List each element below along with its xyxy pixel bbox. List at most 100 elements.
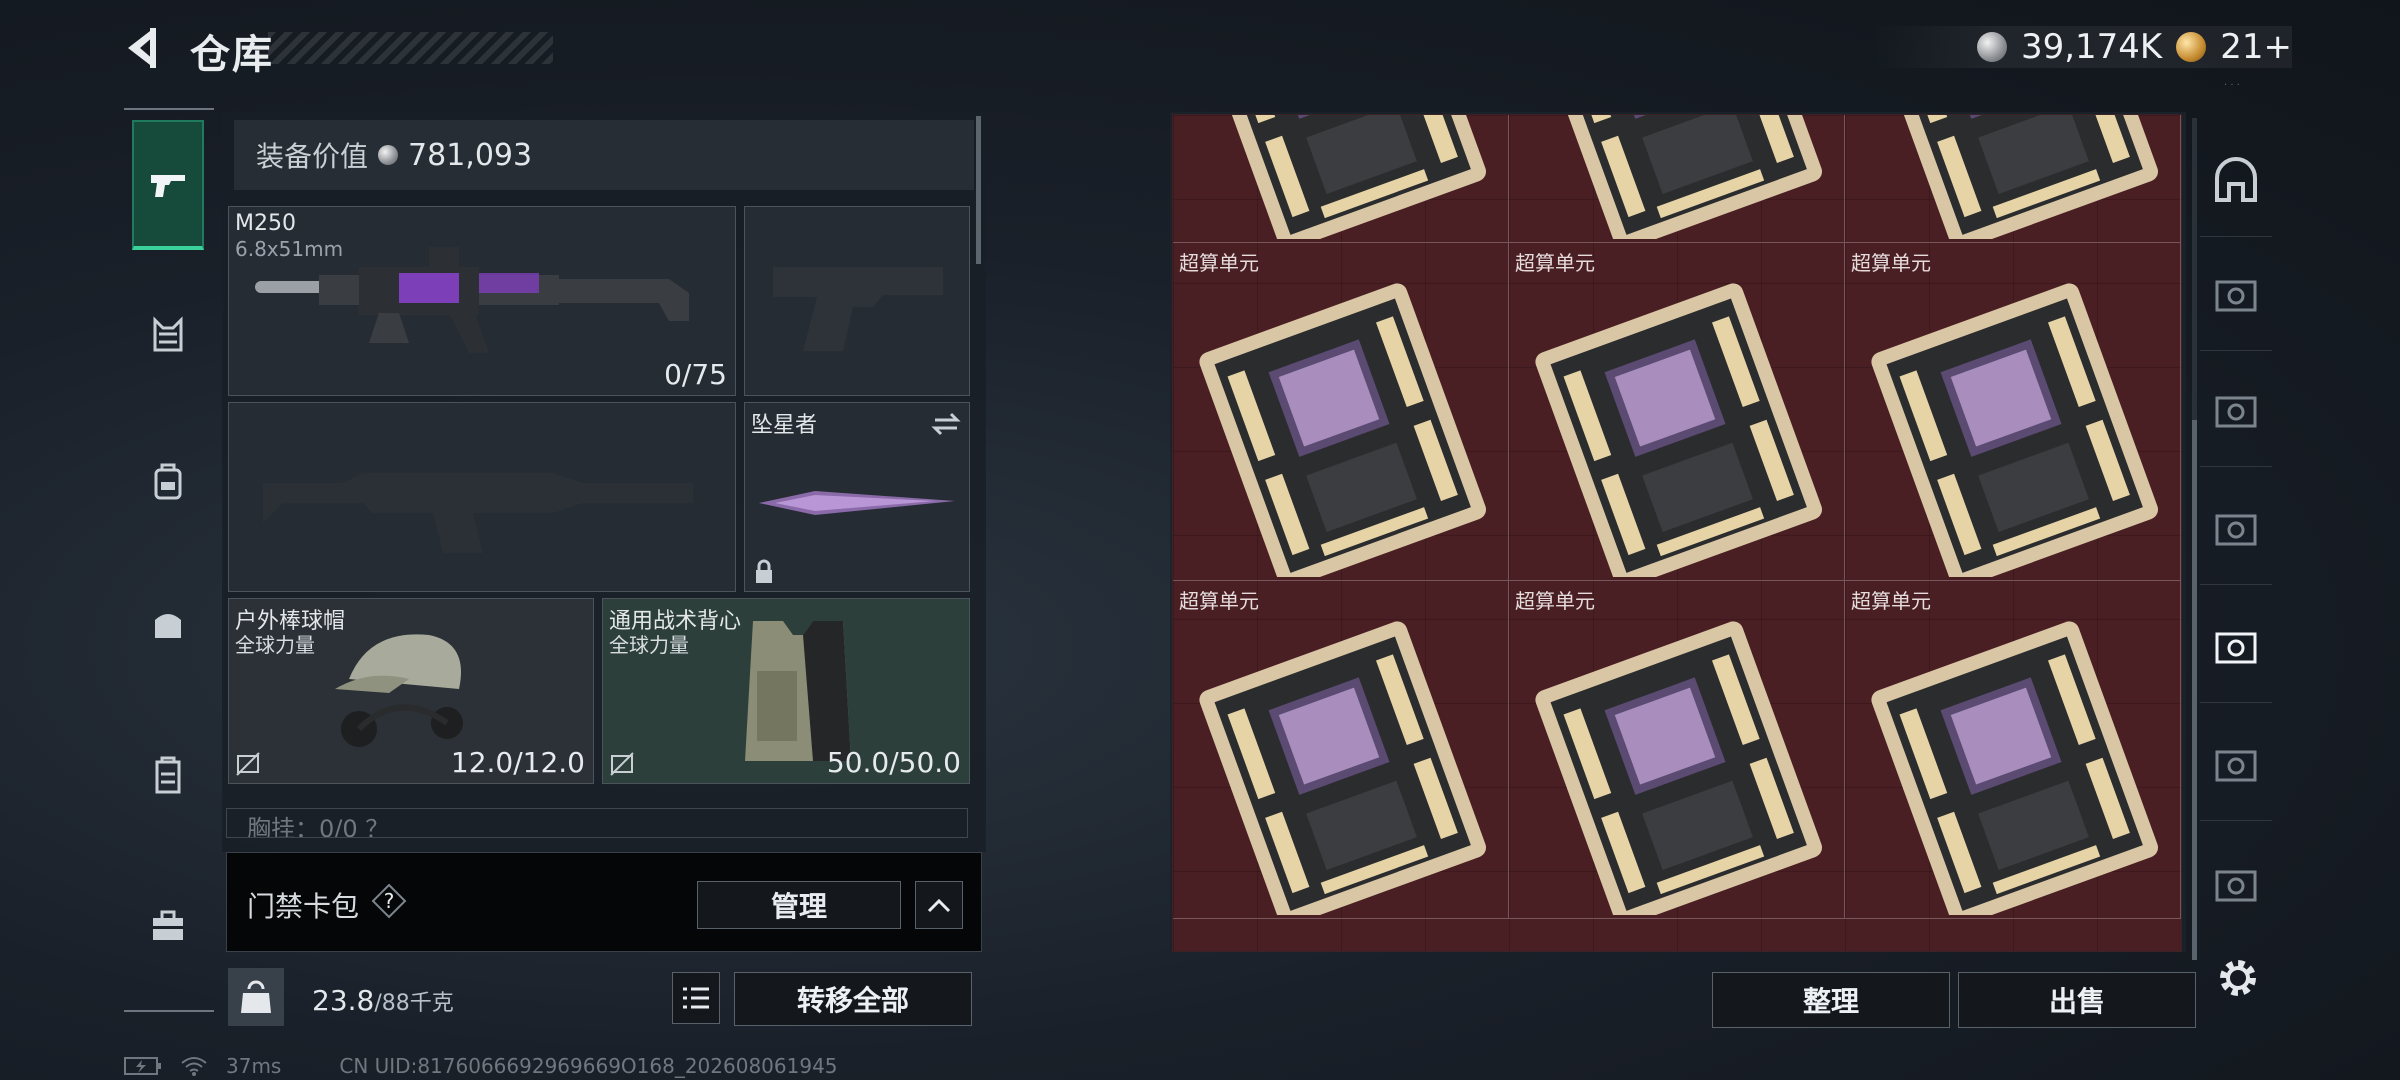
gold-coin-icon: [2176, 32, 2207, 62]
nav-toolbox[interactable]: [132, 860, 204, 990]
backpack-icon: [154, 463, 182, 500]
gear-icon[interactable]: [2212, 952, 2264, 1004]
tab-stash-3[interactable]: [2200, 474, 2272, 585]
sell-button[interactable]: 出售: [1958, 972, 2196, 1028]
carry-weight-value: 23.8: [312, 984, 375, 1017]
pistol-slot[interactable]: [744, 206, 970, 396]
stash-scrollbar[interactable]: [2192, 420, 2197, 960]
nav-pouch[interactable]: [132, 560, 204, 690]
compute-unit-image: [1871, 283, 2159, 577]
nav-backpack[interactable]: [132, 416, 204, 546]
compute-unit-image: [1199, 621, 1487, 915]
compute-unit-image: [1199, 283, 1487, 577]
expand-button[interactable]: [915, 881, 963, 929]
gold-amount[interactable]: 21+: [2220, 27, 2292, 67]
no-insure-icon: [236, 752, 260, 776]
tab-stash-1[interactable]: [2200, 240, 2272, 351]
stash-item-cell[interactable]: 超算单元: [1173, 581, 1509, 919]
nav-weapons[interactable]: [132, 120, 204, 250]
ammo-count: 0/75: [664, 358, 727, 391]
chest-rig-slot[interactable]: 胸挂：0/0 ？: [226, 808, 968, 838]
toolbox-icon: [153, 910, 183, 940]
equip-value-label: 装备价值: [256, 140, 369, 173]
silver-coin-icon: [1976, 32, 2007, 62]
manage-button[interactable]: 管理: [697, 881, 901, 929]
vest-brand: 全球力量: [609, 633, 689, 657]
stash-box-icon: [2215, 632, 2257, 664]
help-icon[interactable]: ?: [371, 883, 407, 919]
back-arrow-icon[interactable]: [120, 22, 168, 74]
nav-chest-rig[interactable]: [132, 270, 204, 400]
melee-slot[interactable]: 坠星者: [744, 402, 970, 592]
stash-item-cell[interactable]: [1509, 115, 1845, 243]
arch-icon: [2215, 157, 2257, 202]
compute-unit-image: [1871, 115, 2159, 239]
access-card-label: 门禁卡包: [247, 890, 360, 923]
title-decoration: [268, 32, 553, 64]
svg-text:?: ?: [384, 889, 395, 913]
stash-item-cell[interactable]: [1173, 115, 1509, 243]
helmet-durability: 12.0/12.0: [450, 746, 585, 779]
access-card-bar: 门禁卡包 ? 管理: [226, 852, 982, 952]
stash-item-cell[interactable]: [1845, 115, 2181, 243]
stash-item-cell[interactable]: 超算单元: [1845, 581, 2181, 919]
sort-button[interactable]: 整理: [1712, 972, 1950, 1028]
loadout-panel: 装备价值 781,093 M250 6.8x51mm 0/75 坠星者 户外棒球…: [222, 112, 986, 852]
transfer-all-button[interactable]: 转移全部: [734, 972, 972, 1026]
machine-gun-image: [255, 247, 689, 353]
list-view-button[interactable]: [672, 972, 720, 1024]
secondary-weapon-slot[interactable]: [228, 402, 736, 592]
tab-home-stash[interactable]: [2200, 126, 2272, 237]
compute-unit-image: [1871, 621, 2159, 915]
tab-stash-4-active[interactable]: [2200, 592, 2272, 703]
chest-rig-icon: [153, 316, 183, 352]
list-icon: [683, 987, 709, 1009]
no-insure-icon: [610, 752, 634, 776]
carry-weight: 23.8/88千克: [312, 984, 454, 1017]
stash-box-icon: [2215, 514, 2257, 546]
compute-unit-image: [1535, 621, 1823, 915]
melee-name: 坠星者: [751, 413, 818, 438]
rifle-silhouette-icon: [263, 473, 693, 553]
weight-lock-button[interactable]: [228, 968, 284, 1026]
lock-icon: [756, 559, 772, 583]
stash-box-icon: [2215, 396, 2257, 428]
category-nav: [124, 108, 214, 1012]
stash-item-cell[interactable]: 超算单元: [1509, 243, 1845, 581]
vest-slot[interactable]: 通用战术背心 全球力量 50.0/50.0: [602, 598, 970, 784]
loadout-scrollbar[interactable]: [976, 116, 981, 264]
latency: 37ms: [226, 1054, 282, 1078]
version-text: · · ·: [2224, 80, 2240, 91]
carry-capacity: /88千克: [374, 991, 454, 1016]
stash-box-icon: [2215, 750, 2257, 782]
silver-amount: 39,174K: [2020, 27, 2163, 67]
equip-value-amount: 781,093: [408, 137, 533, 173]
helmet-brand: 全球力量: [235, 633, 315, 657]
tab-stash-2[interactable]: [2200, 356, 2272, 467]
cap-image: [335, 634, 463, 747]
compute-unit-image: [1199, 115, 1487, 239]
stash-item-cell[interactable]: 超算单元: [1509, 581, 1845, 919]
stash-tabs: [2200, 112, 2272, 1032]
swap-icon[interactable]: [931, 411, 961, 437]
battery-icon: [124, 1057, 161, 1075]
pouch-icon: [155, 614, 181, 638]
stash-box-icon: [2215, 280, 2257, 312]
compute-unit-image: [1535, 283, 1823, 577]
page-title: 仓库: [190, 32, 274, 78]
tab-stash-6[interactable]: [2200, 830, 2272, 940]
stash-item-cell[interactable]: 超算单元: [1845, 243, 2181, 581]
case-icon: [155, 756, 181, 794]
compute-unit-image: [1535, 115, 1823, 239]
tab-stash-5[interactable]: [2200, 710, 2272, 821]
stash-item-cell[interactable]: 超算单元: [1173, 243, 1509, 581]
pistol-silhouette-icon: [773, 267, 943, 351]
nav-container[interactable]: [132, 710, 204, 840]
helmet-slot[interactable]: 户外棒球帽 全球力量 12.0/12.0: [228, 598, 594, 784]
stash-grid: 超算单元 超算单元 超算单元 超算单元 超算单元 超算单元: [1172, 114, 2182, 952]
wifi-icon: [181, 1057, 207, 1076]
knife-image: [759, 491, 955, 515]
primary-weapon-slot[interactable]: M250 6.8x51mm 0/75: [228, 206, 736, 396]
stash-box-icon: [2215, 870, 2257, 902]
pistol-icon: [151, 175, 185, 197]
